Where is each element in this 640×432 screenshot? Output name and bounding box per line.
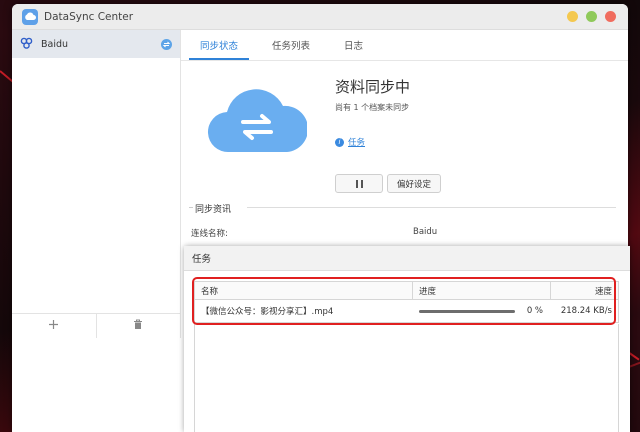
divider xyxy=(247,207,616,208)
window-title: DataSync Center xyxy=(44,10,134,23)
pause-button[interactable] xyxy=(335,174,383,193)
preferences-button[interactable]: 偏好设定 xyxy=(387,174,441,193)
sidebar: Baidu xyxy=(12,30,181,338)
sidebar-footer xyxy=(12,313,180,338)
task-dialog: 任务 名称 进度 速度 【微信公众号：影视分享汇】.mp4 0 % 218.24… xyxy=(184,246,630,432)
pause-icon xyxy=(355,179,363,188)
connection-name-value: Baidu xyxy=(413,227,438,237)
connection-name-label: 连线名称: xyxy=(191,229,228,239)
column-header-speed[interactable]: 速度 xyxy=(551,282,618,299)
task-progress: 0 % xyxy=(413,300,551,322)
task-link-label: 任务 xyxy=(348,138,366,148)
close-button[interactable] xyxy=(605,11,616,22)
datasync-app-icon xyxy=(22,8,38,25)
divider xyxy=(189,207,193,208)
tab-sync-status[interactable]: 同步状态 xyxy=(189,38,250,60)
task-table: 名称 进度 速度 【微信公众号：影视分享汇】.mp4 0 % 218.24 KB… xyxy=(194,281,619,323)
table-header: 名称 进度 速度 xyxy=(195,282,618,300)
task-list-empty-area xyxy=(194,324,619,432)
cloud-sync-icon xyxy=(207,86,309,157)
sync-info-section-title: 同步资讯 xyxy=(195,205,232,215)
task-link[interactable]: i 任务 xyxy=(335,136,365,148)
minimize-button[interactable] xyxy=(567,11,578,22)
add-connection-button[interactable] xyxy=(12,314,96,338)
column-header-name[interactable]: 名称 xyxy=(195,282,413,299)
title-bar: DataSync Center xyxy=(12,4,628,30)
maximize-button[interactable] xyxy=(586,11,597,22)
progress-percent: 0 % xyxy=(526,306,543,316)
baidu-icon xyxy=(20,37,33,52)
tab-bar: 同步状态 任务列表 日志 xyxy=(181,30,628,61)
task-speed: 218.24 KB/s xyxy=(560,306,612,316)
syncing-icon xyxy=(161,38,172,50)
sidebar-item-baidu[interactable]: Baidu xyxy=(12,30,180,58)
sync-status-subtitle: 尚有 1 个档案未同步 xyxy=(335,103,410,112)
task-dialog-title: 任务 xyxy=(184,246,630,271)
tab-log[interactable]: 日志 xyxy=(333,38,374,60)
task-file-name: 【微信公众号：影视分享汇】.mp4 xyxy=(201,307,334,317)
plus-icon xyxy=(48,319,59,333)
table-row[interactable]: 【微信公众号：影视分享汇】.mp4 0 % 218.24 KB/s xyxy=(195,300,618,322)
progress-bar xyxy=(419,309,515,313)
connection-name: Baidu xyxy=(41,38,69,50)
sync-status-title: 资料同步中 xyxy=(335,78,411,96)
info-icon: i xyxy=(335,137,344,147)
tab-task-list[interactable]: 任务列表 xyxy=(261,38,321,60)
column-header-progress[interactable]: 进度 xyxy=(413,282,551,299)
delete-connection-button[interactable] xyxy=(95,314,181,338)
trash-icon xyxy=(133,319,143,333)
